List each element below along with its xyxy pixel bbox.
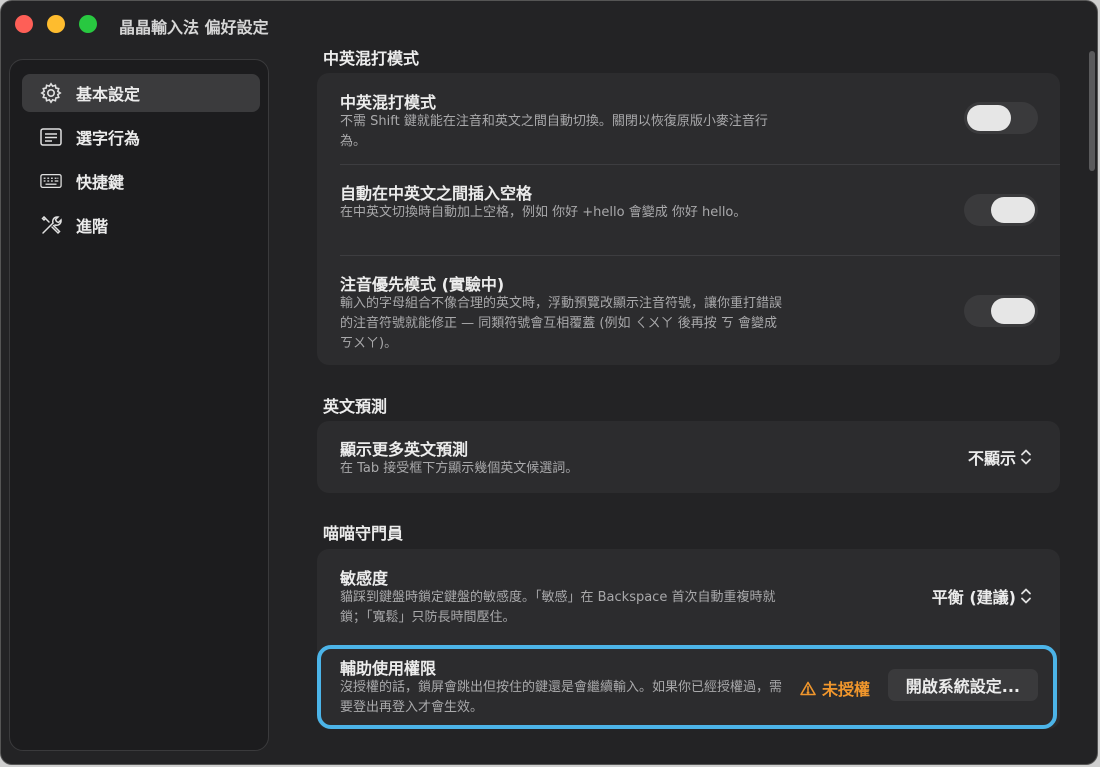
prediction-card: 顯示更多英文預測 在 Tab 接受框下方顯示幾個英文候選詞。 不顯示 (317, 421, 1060, 493)
close-window-button[interactable] (15, 15, 33, 33)
mixed-mode-card: 中英混打模式 不需 Shift 鍵就能在注音和英文之間自動切換。關閉以恢復原版小… (317, 73, 1060, 365)
setting-row-mixed-mode: 中英混打模式 不需 Shift 鍵就能在注音和英文之間自動切換。關閉以恢復原版小… (317, 73, 1060, 165)
chevron-updown-icon (1020, 587, 1032, 605)
minimize-window-button[interactable] (47, 15, 65, 33)
setting-description: 在中英文切換時自動加上空格，例如 你好 +hello 會變成 你好 hello。 (340, 205, 747, 220)
sidebar-item-candidate[interactable]: 選字行為 (22, 118, 260, 156)
tools-icon (40, 214, 62, 236)
toggle-knob (991, 298, 1035, 324)
scrollbar[interactable] (1087, 51, 1097, 171)
more-predictions-select[interactable]: 不顯示 (968, 445, 1032, 469)
section-title-guard: 喵喵守門員 (323, 524, 404, 543)
select-value: 不顯示 (967, 449, 1016, 468)
sensitivity-select[interactable]: 平衡 (建議) (932, 584, 1032, 608)
setting-row-sensitivity: 敏感度 貓踩到鍵盤時鎖定鍵盤的敏感度。「敏感」在 Backspace 首次自動重… (317, 549, 1060, 641)
setting-row-more-predictions: 顯示更多英文預測 在 Tab 接受框下方顯示幾個英文候選詞。 不顯示 (317, 421, 1060, 493)
setting-title: 注音優先模式 (實驗中) (340, 275, 505, 294)
open-system-settings-button[interactable]: 開啟系統設定... (887, 669, 1038, 701)
sidebar-item-shortcuts[interactable]: 快捷鍵 (22, 162, 260, 200)
section-title-prediction: 英文預測 (323, 397, 388, 416)
setting-row-accessibility: 輔助使用權限 沒授權的話，鎖屏會跳出但按住的鍵還是會繼續輸入。如果你已經授權過，… (317, 645, 1060, 729)
settings-pane: 中英混打模式 中英混打模式 不需 Shift 鍵就能在注音和英文之間自動切換。關… (269, 41, 1097, 764)
toggle-knob (967, 105, 1011, 131)
setting-description: 貓踩到鍵盤時鎖定鍵盤的敏感度。「敏感」在 Backspace 首次自動重複時就鎖… (340, 590, 776, 625)
section-title-mixed: 中英混打模式 (323, 49, 420, 68)
window-title: 晶晶輸入法 偏好設定 (119, 18, 269, 37)
warning-icon (800, 681, 816, 696)
preferences-window: 晶晶輸入法 偏好設定 基本設定 選字行為 快捷鍵 進階 中英混打模式 中英混打模… (0, 0, 1098, 765)
bopomofo-first-toggle[interactable] (964, 295, 1038, 327)
sidebar: 基本設定 選字行為 快捷鍵 進階 (9, 59, 269, 751)
chevron-updown-icon (1020, 448, 1032, 466)
guard-card: 敏感度 貓踩到鍵盤時鎖定鍵盤的敏感度。「敏感」在 Backspace 首次自動重… (317, 549, 1060, 729)
setting-title: 中英混打模式 (340, 93, 437, 112)
setting-title: 輔助使用權限 (340, 659, 437, 678)
gear-icon (40, 82, 62, 104)
setting-description: 在 Tab 接受框下方顯示幾個英文候選詞。 (340, 461, 579, 476)
setting-title: 敏感度 (340, 569, 389, 588)
sidebar-item-label: 進階 (76, 217, 109, 236)
sidebar-item-label: 快捷鍵 (76, 173, 125, 192)
auto-space-toggle[interactable] (964, 194, 1038, 226)
sidebar-item-advanced[interactable]: 進階 (22, 206, 260, 244)
setting-row-bopomofo-first: 注音優先模式 (實驗中) 輸入的字母組合不像合理的英文時，浮動預覽改顯示注音符號… (317, 256, 1060, 365)
sidebar-item-label: 選字行為 (76, 129, 141, 148)
zoom-window-button[interactable] (79, 15, 97, 33)
scrollbar-thumb[interactable] (1089, 51, 1095, 171)
list-icon (40, 126, 62, 148)
mixed-mode-toggle[interactable] (964, 102, 1038, 134)
setting-description: 沒授權的話，鎖屏會跳出但按住的鍵還是會繼續輸入。如果你已經授權過，需要登出再登入… (340, 680, 783, 715)
sidebar-item-label: 基本設定 (76, 85, 141, 104)
setting-description: 輸入的字母組合不像合理的英文時，浮動預覽改顯示注音符號，讓你重打錯誤的注音符號就… (340, 296, 783, 351)
toggle-knob (991, 197, 1035, 223)
permission-status-text: 未授權 (821, 680, 870, 699)
setting-row-auto-space: 自動在中英文之間插入空格 在中英文切換時自動加上空格，例如 你好 +hello … (317, 165, 1060, 256)
setting-description: 不需 Shift 鍵就能在注音和英文之間自動切換。關閉以恢復原版小麥注音行為。 (340, 114, 768, 149)
sidebar-item-basic[interactable]: 基本設定 (22, 74, 260, 112)
setting-title: 顯示更多英文預測 (340, 440, 469, 459)
keyboard-icon (40, 170, 62, 192)
select-value: 平衡 (建議) (931, 588, 1016, 607)
permission-status: 未授權 (800, 676, 870, 700)
setting-title: 自動在中英文之間插入空格 (340, 184, 533, 203)
